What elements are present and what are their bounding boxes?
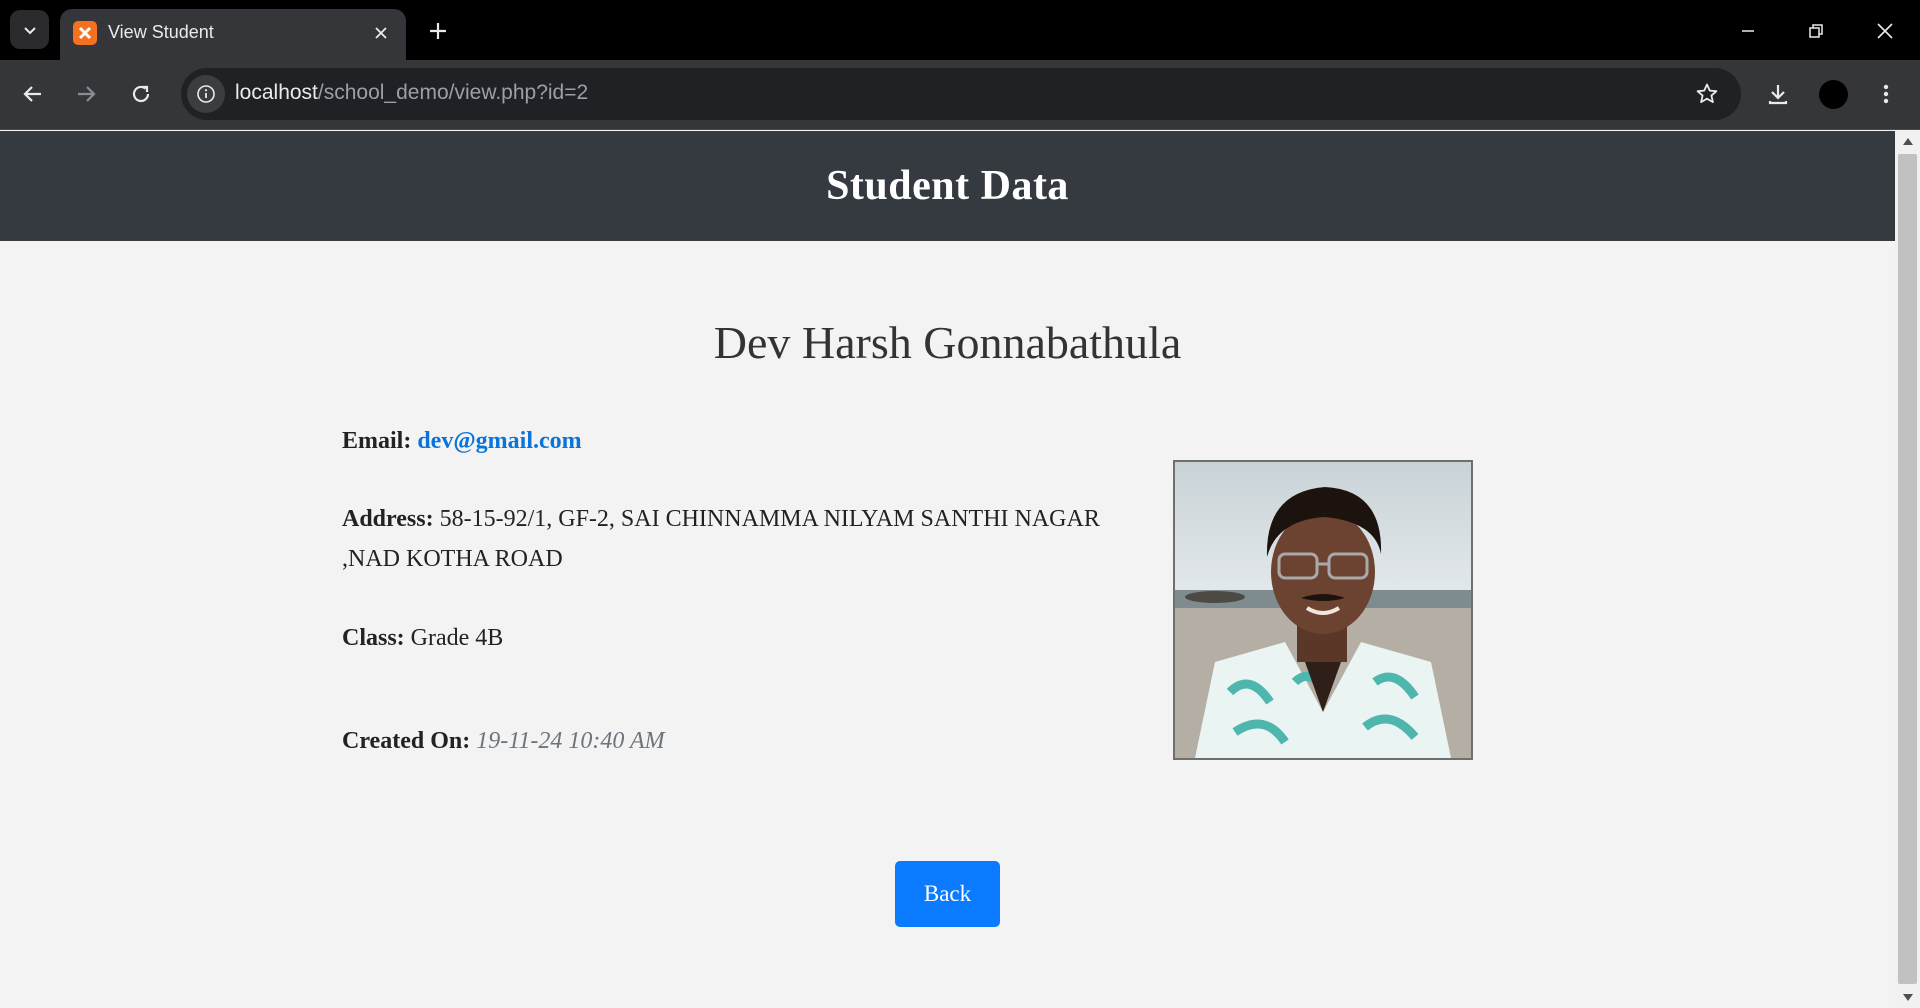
menu-button[interactable] — [1868, 76, 1904, 112]
minimize-icon — [1742, 30, 1754, 32]
scroll-thumb[interactable] — [1898, 154, 1917, 984]
active-tab[interactable]: View Student — [60, 9, 406, 60]
tab-title: View Student — [108, 22, 214, 42]
bookmark-star-icon[interactable] — [1693, 80, 1721, 108]
profile-avatar[interactable] — [1819, 80, 1848, 109]
downloads-button[interactable] — [1760, 76, 1796, 112]
url-path: /school_demo/view.php?id=2 — [317, 81, 589, 104]
arrow-left-icon — [23, 86, 41, 102]
download-icon — [1768, 85, 1788, 105]
email-row: Email: dev@gmail.com — [342, 421, 1112, 461]
student-photo — [1173, 460, 1473, 760]
close-window-button[interactable] — [1868, 14, 1902, 48]
class-row: Class: Grade 4B — [342, 618, 1112, 658]
close-icon — [1877, 23, 1893, 39]
tab-strip: View Student — [0, 0, 1920, 60]
forward-nav-button[interactable] — [68, 76, 104, 112]
page-title: Student Data — [826, 163, 1069, 209]
class-value: Grade 4B — [410, 625, 504, 651]
email-link[interactable]: dev@gmail.com — [417, 428, 581, 454]
scroll-up-icon[interactable] — [1895, 131, 1920, 151]
url-host: localhost — [235, 81, 318, 104]
more-vert-icon — [1883, 84, 1889, 104]
address-row: Address: 58-15-92/1, GF-2, SAI CHINNAMMA… — [342, 499, 1112, 579]
arrow-right-icon — [78, 86, 96, 102]
close-tab-icon[interactable] — [370, 22, 392, 44]
browser-toolbar: localhost/school_demo/view.php?id=2 — [0, 60, 1920, 130]
student-name: Dev Harsh Gonnabathula — [713, 317, 1182, 368]
page-header: Student Data — [0, 131, 1895, 241]
url-text: localhost/school_demo/view.php?id=2 — [235, 81, 588, 105]
plus-icon — [430, 23, 446, 39]
scroll-down-icon[interactable] — [1895, 988, 1920, 1008]
restore-icon — [1809, 24, 1823, 38]
address-value: 58-15-92/1, GF-2, SAI CHINNAMMA NILYAM S… — [342, 506, 1100, 572]
restore-button[interactable] — [1799, 14, 1833, 48]
tab-search-button[interactable] — [10, 10, 49, 49]
reload-icon — [132, 85, 150, 103]
reload-button[interactable] — [123, 76, 159, 112]
minimize-button[interactable] — [1731, 14, 1765, 48]
new-tab-button[interactable] — [424, 17, 452, 45]
back-nav-button[interactable] — [15, 76, 51, 112]
class-label: Class: — [342, 625, 405, 651]
email-label: Email: — [342, 428, 412, 454]
vertical-scrollbar[interactable] — [1895, 131, 1920, 1008]
chevron-down-icon — [23, 26, 36, 34]
back-button[interactable]: Back — [895, 861, 1000, 927]
site-info-icon[interactable] — [187, 75, 225, 113]
page-viewport: Student Data Dev Harsh Gonnabathula Emai… — [0, 131, 1895, 1008]
address-label: Address: — [342, 506, 434, 532]
created-row: Created On: 19-11-24 10:40 AM — [342, 721, 1112, 761]
address-bar[interactable]: localhost/school_demo/view.php?id=2 — [181, 68, 1741, 120]
created-value: 19-11-24 10:40 AM — [476, 728, 665, 754]
xampp-icon — [73, 21, 97, 45]
created-label: Created On: — [342, 728, 471, 754]
